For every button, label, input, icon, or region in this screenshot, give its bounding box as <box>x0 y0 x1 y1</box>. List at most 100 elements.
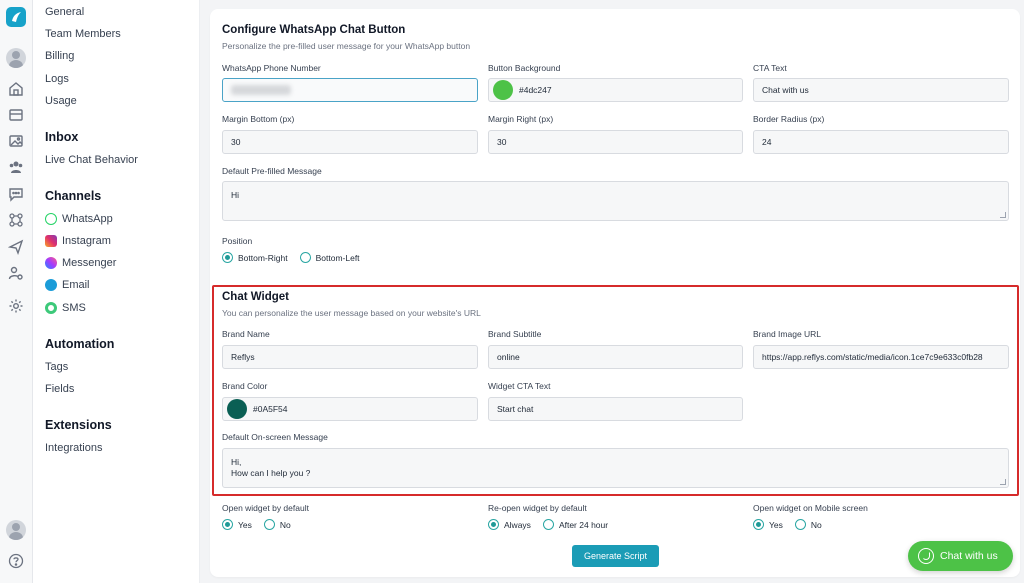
brand-color-value: #0A5F54 <box>253 404 288 414</box>
nav-item-sms[interactable]: SMS <box>45 302 86 314</box>
radio-selected-icon[interactable] <box>488 519 499 530</box>
onscreen-message-textarea[interactable]: Hi, How can I help you ? <box>222 448 1009 488</box>
radio-selected-icon[interactable] <box>753 519 764 530</box>
user-avatar[interactable] <box>6 520 26 540</box>
gallery-icon[interactable] <box>8 133 24 149</box>
redacted-phone <box>231 85 291 95</box>
integrations-icon[interactable] <box>8 212 24 228</box>
nav-item-tags[interactable]: Tags <box>45 361 68 373</box>
widget-cta-label: Widget CTA Text <box>488 381 551 391</box>
nav-item-messenger[interactable]: Messenger <box>45 257 116 269</box>
phone-input[interactable] <box>222 78 478 102</box>
brand-image-url-input[interactable]: https://app.reflys.com/static/media/icon… <box>753 345 1009 369</box>
nav-heading-automation: Automation <box>45 337 115 351</box>
onscreen-message-line: Hi, <box>231 457 242 467</box>
border-radius-input[interactable]: 24 <box>753 130 1009 154</box>
nav-item-fields[interactable]: Fields <box>45 383 74 395</box>
inbox-icon[interactable] <box>8 107 24 123</box>
icon-rail <box>0 0 33 583</box>
nav-item-general[interactable]: General <box>45 6 84 18</box>
help-icon[interactable] <box>8 553 24 569</box>
nav-item-team-members[interactable]: Team Members <box>45 28 121 40</box>
radio-label: Bottom-Right <box>238 252 288 263</box>
radio-unselected-icon[interactable] <box>299 252 311 263</box>
nav-heading-inbox: Inbox <box>45 130 79 144</box>
button-background-value: #4dc247 <box>519 85 552 95</box>
whatsapp-icon <box>918 548 934 564</box>
nav-item-integrations[interactable]: Integrations <box>45 442 102 454</box>
nav-item-usage[interactable]: Usage <box>45 95 77 107</box>
whatsapp-chat-button[interactable]: Chat with us <box>908 541 1013 571</box>
prefilled-message-textarea[interactable]: Hi <box>222 181 1009 221</box>
reopen-radio-group: Always After 24 hour <box>488 519 620 530</box>
open-default-radio-group: Yes No <box>222 519 303 530</box>
open-default-option-yes[interactable]: Yes <box>222 519 252 530</box>
cta-text-input[interactable]: Chat with us <box>753 78 1009 102</box>
onscreen-message-label: Default On-screen Message <box>222 432 328 442</box>
send-icon[interactable] <box>8 239 24 255</box>
email-icon <box>45 279 57 291</box>
generate-script-button[interactable]: Generate Script <box>572 545 659 567</box>
home-icon[interactable] <box>8 81 24 97</box>
nav-item-label: WhatsApp <box>62 213 113 225</box>
user-settings-icon[interactable] <box>8 265 24 281</box>
nav-item-label: Email <box>62 279 90 291</box>
open-default-option-no[interactable]: No <box>263 519 291 530</box>
radio-label: No <box>810 519 822 530</box>
brand-name-input[interactable]: Reflys <box>222 345 478 369</box>
nav-item-logs[interactable]: Logs <box>45 73 69 85</box>
widget-cta-input[interactable]: Start chat <box>488 397 743 421</box>
position-option-bottom-left[interactable]: Bottom-Left <box>299 252 360 263</box>
mobile-label: Open widget on Mobile screen <box>753 503 868 513</box>
brand-subtitle-label: Brand Subtitle <box>488 329 542 339</box>
app-logo-icon[interactable] <box>6 7 26 27</box>
nav-item-live-chat-behavior[interactable]: Live Chat Behavior <box>45 154 138 166</box>
chat-icon[interactable] <box>8 186 24 202</box>
radio-label: No <box>279 519 291 530</box>
position-option-bottom-right[interactable]: Bottom-Right <box>222 252 288 263</box>
button-background-input[interactable]: #4dc247 <box>488 78 743 102</box>
workspace-avatar-icon[interactable] <box>6 48 26 68</box>
resize-handle-icon[interactable] <box>1000 479 1006 485</box>
nav-heading-channels: Channels <box>45 189 102 203</box>
whatsapp-icon <box>45 213 57 225</box>
contacts-icon[interactable] <box>8 159 24 175</box>
nav-item-whatsapp[interactable]: WhatsApp <box>45 213 113 225</box>
button-background-label: Button Background <box>488 63 561 73</box>
nav-item-label: Instagram <box>62 235 111 247</box>
nav-item-email[interactable]: Email <box>45 279 90 291</box>
margin-right-input[interactable]: 30 <box>488 130 743 154</box>
reopen-option-after-24-hour[interactable]: After 24 hour <box>542 519 609 530</box>
mobile-option-no[interactable]: No <box>794 519 822 530</box>
radio-label: Always <box>504 519 531 530</box>
radio-unselected-icon[interactable] <box>542 519 554 530</box>
nav-heading-extensions: Extensions <box>45 418 112 432</box>
nav-item-billing[interactable]: Billing <box>45 50 74 62</box>
radio-label: Bottom-Left <box>315 252 360 263</box>
radio-unselected-icon[interactable] <box>263 519 275 530</box>
section-subtitle-chat-widget: You can personalize the user message bas… <box>222 308 481 318</box>
brand-color-input[interactable]: #0A5F54 <box>222 397 478 421</box>
resize-handle-icon[interactable] <box>1000 212 1006 218</box>
color-swatch[interactable] <box>227 399 247 419</box>
gear-icon[interactable] <box>8 298 24 314</box>
nav-item-instagram[interactable]: Instagram <box>45 235 111 247</box>
reopen-label: Re-open widget by default <box>488 503 587 513</box>
radio-label: After 24 hour <box>558 519 609 530</box>
nav-item-label: Messenger <box>62 257 117 269</box>
mobile-radio-group: Yes No <box>753 519 834 530</box>
margin-bottom-input[interactable]: 30 <box>222 130 478 154</box>
color-swatch[interactable] <box>493 80 513 100</box>
radio-label: Yes <box>238 519 252 530</box>
radio-selected-icon[interactable] <box>222 519 233 530</box>
margin-right-label: Margin Right (px) <box>488 114 554 124</box>
brand-subtitle-input[interactable]: online <box>488 345 743 369</box>
radio-unselected-icon[interactable] <box>794 519 806 530</box>
whatsapp-chat-button-label: Chat with us <box>940 550 998 562</box>
reopen-option-always[interactable]: Always <box>488 519 531 530</box>
radio-selected-icon[interactable] <box>222 252 233 263</box>
position-label: Position <box>222 236 253 246</box>
open-default-label: Open widget by default <box>222 503 309 513</box>
settings-nav: General Team Members Billing Logs Usage … <box>33 0 200 583</box>
mobile-option-yes[interactable]: Yes <box>753 519 783 530</box>
